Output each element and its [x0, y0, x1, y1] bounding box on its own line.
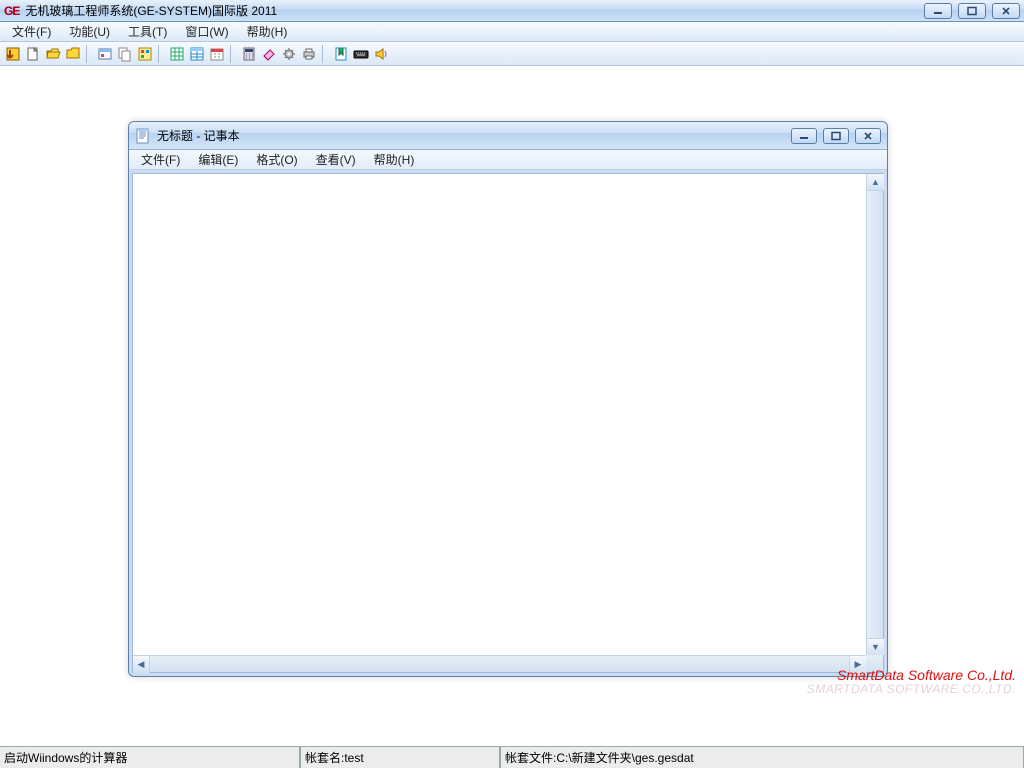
branding-shadow: SMARTDATA SOFTWARE CO.,LTD. — [807, 682, 1016, 696]
notepad-horizontal-scrollbar[interactable]: ◀ ▶ — [133, 655, 866, 672]
main-menubar: 文件(F) 功能(U) 工具(T) 窗口(W) 帮助(H) — [0, 22, 1024, 42]
toolbar-separator — [230, 45, 236, 63]
status-bar: 启动Wiindows的计算器 帐套名:test 帐套文件:C:\新建文件夹\ge… — [0, 746, 1024, 768]
notepad-window-controls — [791, 128, 881, 144]
notepad-textarea[interactable] — [133, 174, 866, 655]
status-cell-account: 帐套名:test — [300, 747, 500, 768]
minimize-button[interactable] — [924, 3, 952, 19]
db-icon[interactable] — [96, 45, 114, 63]
print-icon[interactable] — [300, 45, 318, 63]
new-icon[interactable] — [24, 45, 42, 63]
notepad-menu-file[interactable]: 文件(F) — [133, 150, 188, 169]
notepad-title: 无标题 - 记事本 — [157, 127, 791, 144]
main-app-window: GE 无机玻璃工程师系统(GE-SYSTEM)国际版 2011 文件(F) 功能… — [0, 0, 1024, 768]
status-cell-file: 帐套文件:C:\新建文件夹\ges.gesdat — [500, 747, 1024, 768]
calc-icon[interactable] — [240, 45, 258, 63]
module-icon[interactable] — [136, 45, 154, 63]
maximize-button[interactable] — [958, 3, 986, 19]
bookmark-icon[interactable] — [332, 45, 350, 63]
branding-main: SmartData Software Co.,Ltd. — [807, 668, 1016, 682]
scroll-up-arrow-icon[interactable]: ▲ — [867, 174, 884, 191]
menu-help[interactable]: 帮助(H) — [239, 22, 296, 41]
notepad-titlebar[interactable]: 无标题 - 记事本 — [129, 122, 887, 150]
notepad-menubar: 文件(F) 编辑(E) 格式(O) 查看(V) 帮助(H) — [129, 150, 887, 170]
notepad-close-button[interactable] — [855, 128, 881, 144]
scroll-left-arrow-icon[interactable]: ◀ — [133, 656, 150, 673]
app-logo: GE — [4, 4, 19, 18]
menu-tools[interactable]: 工具(T) — [120, 22, 175, 41]
notepad-menu-edit[interactable]: 编辑(E) — [190, 150, 246, 169]
notepad-icon — [135, 128, 151, 144]
notepad-menu-help[interactable]: 帮助(H) — [366, 150, 423, 169]
client-area: 无标题 - 记事本 文件(F) 编辑(E) 格式(O) 查看(V) 帮助(H) … — [0, 66, 1024, 746]
toolbar-separator — [158, 45, 164, 63]
close-button[interactable] — [992, 3, 1020, 19]
main-window-controls — [924, 3, 1020, 19]
calendar-icon[interactable] — [208, 45, 226, 63]
notepad-maximize-button[interactable] — [823, 128, 849, 144]
branding-text: SmartData Software Co.,Ltd. SMARTDATA SO… — [807, 668, 1016, 696]
menu-function[interactable]: 功能(U) — [61, 22, 118, 41]
notepad-body: ▲ ▼ ◀ ▶ — [132, 173, 884, 673]
sound-icon[interactable] — [372, 45, 390, 63]
open-icon[interactable] — [44, 45, 62, 63]
notepad-menu-format[interactable]: 格式(O) — [248, 150, 305, 169]
notepad-minimize-button[interactable] — [791, 128, 817, 144]
notepad-window: 无标题 - 记事本 文件(F) 编辑(E) 格式(O) 查看(V) 帮助(H) … — [128, 121, 888, 677]
app-title: 无机玻璃工程师系统(GE-SYSTEM)国际版 2011 — [25, 2, 924, 19]
main-titlebar[interactable]: GE 无机玻璃工程师系统(GE-SYSTEM)国际版 2011 — [0, 0, 1024, 22]
notepad-vertical-scrollbar[interactable]: ▲ ▼ — [866, 174, 883, 672]
toolbar-separator — [86, 45, 92, 63]
menu-window[interactable]: 窗口(W) — [177, 22, 236, 41]
table-icon[interactable] — [188, 45, 206, 63]
status-cell-hint: 启动Wiindows的计算器 — [0, 747, 300, 768]
eraser-icon[interactable] — [260, 45, 278, 63]
notepad-menu-view[interactable]: 查看(V) — [308, 150, 364, 169]
toolbar-separator — [322, 45, 328, 63]
gear-icon[interactable] — [280, 45, 298, 63]
copy-icon[interactable] — [116, 45, 134, 63]
menu-file[interactable]: 文件(F) — [4, 22, 59, 41]
scroll-down-arrow-icon[interactable]: ▼ — [867, 638, 884, 655]
keyboard-icon[interactable] — [352, 45, 370, 63]
grid-icon[interactable] — [168, 45, 186, 63]
exit-icon[interactable] — [4, 45, 22, 63]
folder-icon[interactable] — [64, 45, 82, 63]
main-toolbar — [0, 42, 1024, 66]
